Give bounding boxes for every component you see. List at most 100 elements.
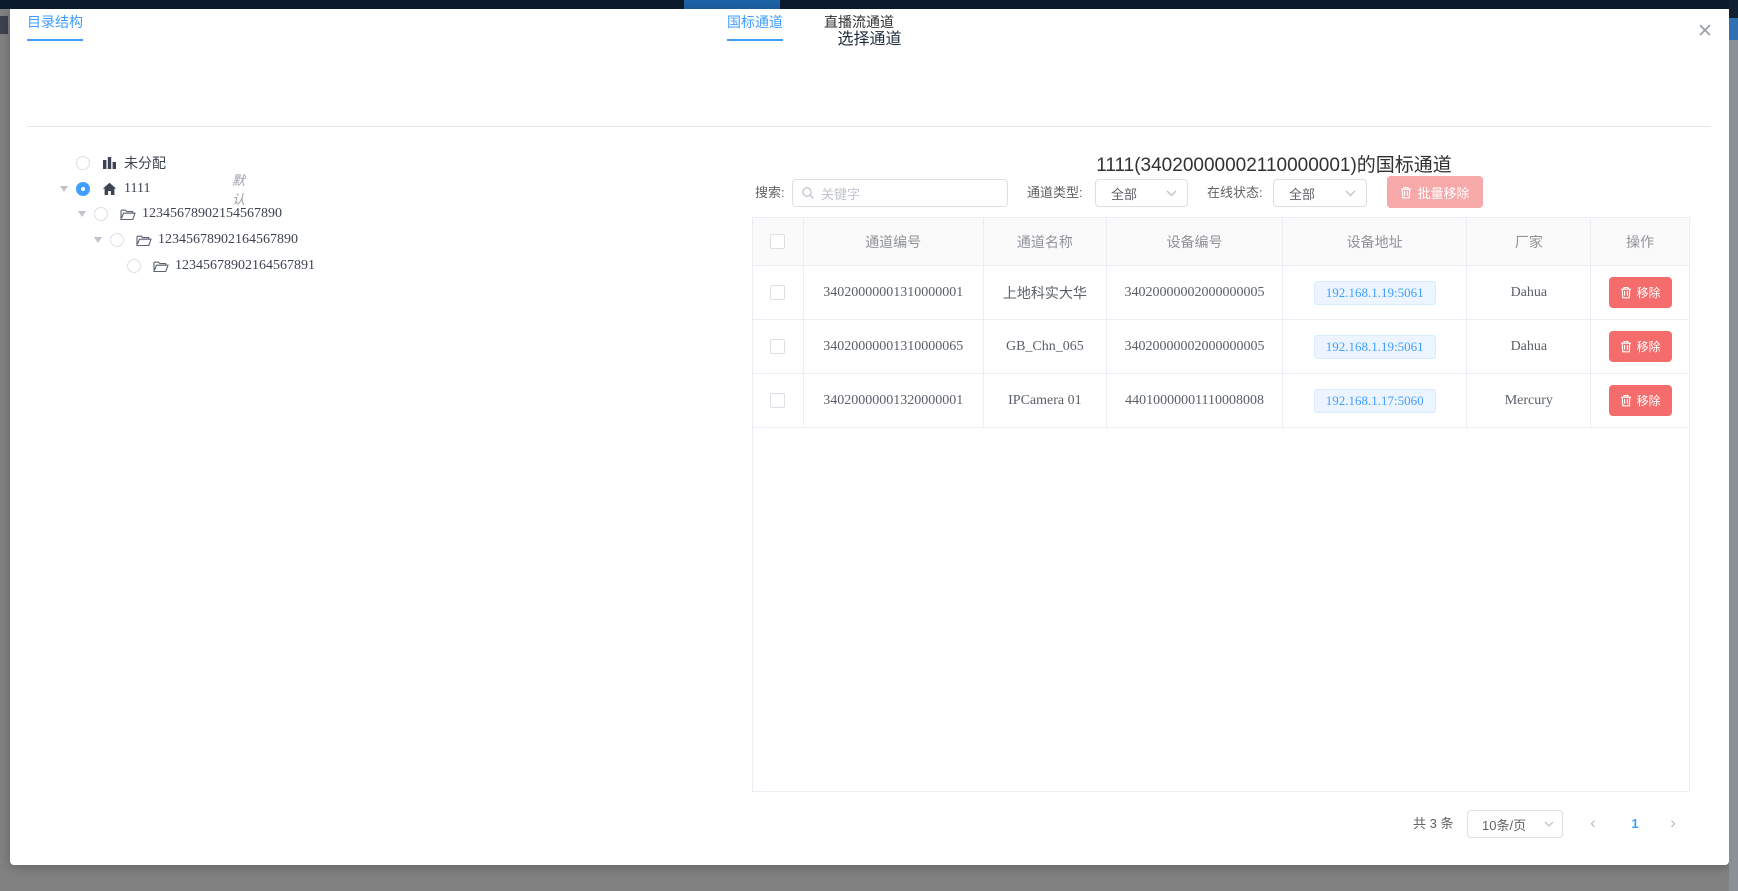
device-id-cell: 34020000002000000005 xyxy=(1107,266,1283,319)
caret-down-icon[interactable] xyxy=(78,211,86,217)
remove-button[interactable]: 移除 xyxy=(1609,331,1672,362)
search-icon xyxy=(801,186,815,200)
remove-button[interactable]: 移除 xyxy=(1609,277,1672,308)
tree-radio[interactable] xyxy=(76,182,90,196)
table-title: 1111(34020000002110000001)的国标通道 xyxy=(837,150,1711,177)
trash-icon xyxy=(1620,340,1632,353)
device-id-cell: 34020000002000000005 xyxy=(1107,320,1283,373)
trash-icon xyxy=(1620,394,1632,407)
column-header: 设备编号 xyxy=(1107,218,1283,265)
channel-name-cell: 上地科实大华 xyxy=(984,266,1108,319)
column-header: 操作 xyxy=(1591,218,1689,265)
tree-radio[interactable] xyxy=(110,233,124,247)
nav-item-3[interactable]: 电子地图 xyxy=(226,0,278,9)
tree-radio[interactable] xyxy=(76,156,90,170)
tree-node-5[interactable]: 12345678902164567891 xyxy=(111,253,315,279)
trash-icon xyxy=(1400,186,1412,199)
select-channel-dialog: 选择通道 ✕ 目录结构 国标通道 直播流通道 未分配1111默认12345678… xyxy=(10,9,1729,865)
channel-type-value: 全部 xyxy=(1111,184,1137,203)
search-input[interactable]: 关键字 xyxy=(792,179,1008,207)
tree-node-2[interactable]: 1111默认 xyxy=(60,176,150,202)
top-nav: 分屏监控 国标设备 电子地图 推流列表 拉流代理 云端录像 日志管理 国标级联 用户管理 xyxy=(0,0,1729,9)
tab-livestream-channel[interactable]: 直播流通道 xyxy=(824,9,894,39)
nav-item-6[interactable]: 云端录像 xyxy=(507,0,559,9)
pagination-page-1[interactable]: 1 xyxy=(1623,810,1647,838)
row-checkbox[interactable] xyxy=(770,393,785,408)
tree-node-label[interactable]: 1111 xyxy=(124,181,150,197)
channel-name-cell: IPCamera 01 xyxy=(984,374,1108,427)
tree-radio[interactable] xyxy=(94,207,108,221)
tree-node-3[interactable]: 12345678902154567890 xyxy=(78,201,282,227)
folder-icon xyxy=(136,232,152,248)
nav-item-1[interactable]: 分屏监控 xyxy=(33,0,85,9)
column-header: 通道名称 xyxy=(984,218,1108,265)
batch-remove-button[interactable]: 批量移除 xyxy=(1387,176,1483,208)
table-row: 34020000001310000065GB_Chn_0653402000000… xyxy=(753,320,1689,374)
screen: 分屏监控国标设备电子地图推流列表拉流代理云端录像日志管理国标级联用户管理 选择通… xyxy=(0,0,1738,891)
tree-node-label[interactable]: 12345678902164567891 xyxy=(175,258,315,274)
online-status-select[interactable]: 全部 xyxy=(1273,179,1367,207)
trash-icon xyxy=(1620,286,1632,299)
tab-divider xyxy=(27,95,1711,127)
nav-item-5[interactable]: 拉流代理 xyxy=(413,0,465,9)
folder-icon xyxy=(120,206,136,222)
pagination-next-icon[interactable]: › xyxy=(1661,810,1685,838)
column-header: 厂家 xyxy=(1467,218,1591,265)
tree-radio[interactable] xyxy=(127,259,141,273)
nav-item-9[interactable]: 用户管理 xyxy=(798,0,850,9)
tree-node-1[interactable]: 未分配 xyxy=(60,150,166,176)
remove-button[interactable]: 移除 xyxy=(1609,385,1672,416)
table-header-row: 通道编号通道名称设备编号设备地址厂家操作 xyxy=(753,218,1689,266)
online-status-label: 在线状态: xyxy=(1207,178,1263,208)
row-checkbox[interactable] xyxy=(770,339,785,354)
search-label: 搜索: xyxy=(755,178,785,208)
table-row: 34020000001310000001上地科实大华34020000002000… xyxy=(753,266,1689,320)
search-placeholder: 关键字 xyxy=(821,184,860,203)
page-scrollbar[interactable] xyxy=(1729,0,1738,891)
tab-directory-structure[interactable]: 目录结构 xyxy=(27,9,83,41)
row-checkbox[interactable] xyxy=(770,285,785,300)
channel-table: 通道编号通道名称设备编号设备地址厂家操作 3402000000131000000… xyxy=(752,217,1690,792)
nav-item-8[interactable]: 国标级联 xyxy=(684,0,780,9)
channel-name-cell: GB_Chn_065 xyxy=(984,320,1108,373)
channel-id-cell: 34020000001320000001 xyxy=(804,374,984,427)
chart-bars-icon xyxy=(102,155,118,171)
vendor-cell: Mercury xyxy=(1467,374,1591,427)
background-page-fragment xyxy=(0,16,8,34)
nav-item-2[interactable]: 国标设备 xyxy=(131,0,183,9)
scrollbar-cap xyxy=(1729,0,1738,18)
online-status-value: 全部 xyxy=(1289,184,1315,203)
page-size-select[interactable]: 10条/页 xyxy=(1467,810,1563,838)
caret-down-icon[interactable] xyxy=(60,186,68,192)
column-header: 设备地址 xyxy=(1283,218,1468,265)
close-icon[interactable]: ✕ xyxy=(1694,21,1716,43)
device-address-tag: 192.168.1.19:5061 xyxy=(1314,335,1436,359)
chevron-down-icon xyxy=(1544,821,1554,827)
tree-node-label[interactable]: 12345678902164567890 xyxy=(158,232,298,248)
channel-type-select[interactable]: 全部 xyxy=(1095,179,1188,207)
pagination-total: 共 3 条 xyxy=(1413,810,1453,838)
column-header: 通道编号 xyxy=(804,218,984,265)
tree-node-label[interactable]: 未分配 xyxy=(124,153,166,173)
select-all-checkbox[interactable] xyxy=(770,234,785,249)
table-row: 34020000001320000001IPCamera 01440100000… xyxy=(753,374,1689,428)
chevron-down-icon xyxy=(1166,190,1177,197)
caret-down-icon[interactable] xyxy=(94,237,102,243)
tab-gb-channel[interactable]: 国标通道 xyxy=(727,9,783,41)
device-id-cell: 44010000001110008008 xyxy=(1107,374,1283,427)
channel-id-cell: 34020000001310000065 xyxy=(804,320,984,373)
scrollbar-thumb[interactable] xyxy=(1729,18,1738,40)
pagination-prev-icon[interactable]: ‹ xyxy=(1581,810,1605,838)
tree-node-label[interactable]: 12345678902154567890 xyxy=(142,206,282,222)
chevron-down-icon xyxy=(1345,190,1356,197)
device-address-tag: 192.168.1.17:5060 xyxy=(1314,389,1436,413)
home-icon xyxy=(102,181,118,197)
folder-icon xyxy=(153,258,169,274)
vendor-cell: Dahua xyxy=(1467,266,1591,319)
nav-item-4[interactable]: 推流列表 xyxy=(318,0,370,9)
batch-remove-label: 批量移除 xyxy=(1417,183,1469,202)
tree-node-4[interactable]: 12345678902164567890 xyxy=(94,227,298,253)
nav-item-7[interactable]: 日志管理 xyxy=(608,0,660,9)
page-size-value: 10条/页 xyxy=(1482,815,1526,834)
channel-type-label: 通道类型: xyxy=(1027,178,1083,208)
